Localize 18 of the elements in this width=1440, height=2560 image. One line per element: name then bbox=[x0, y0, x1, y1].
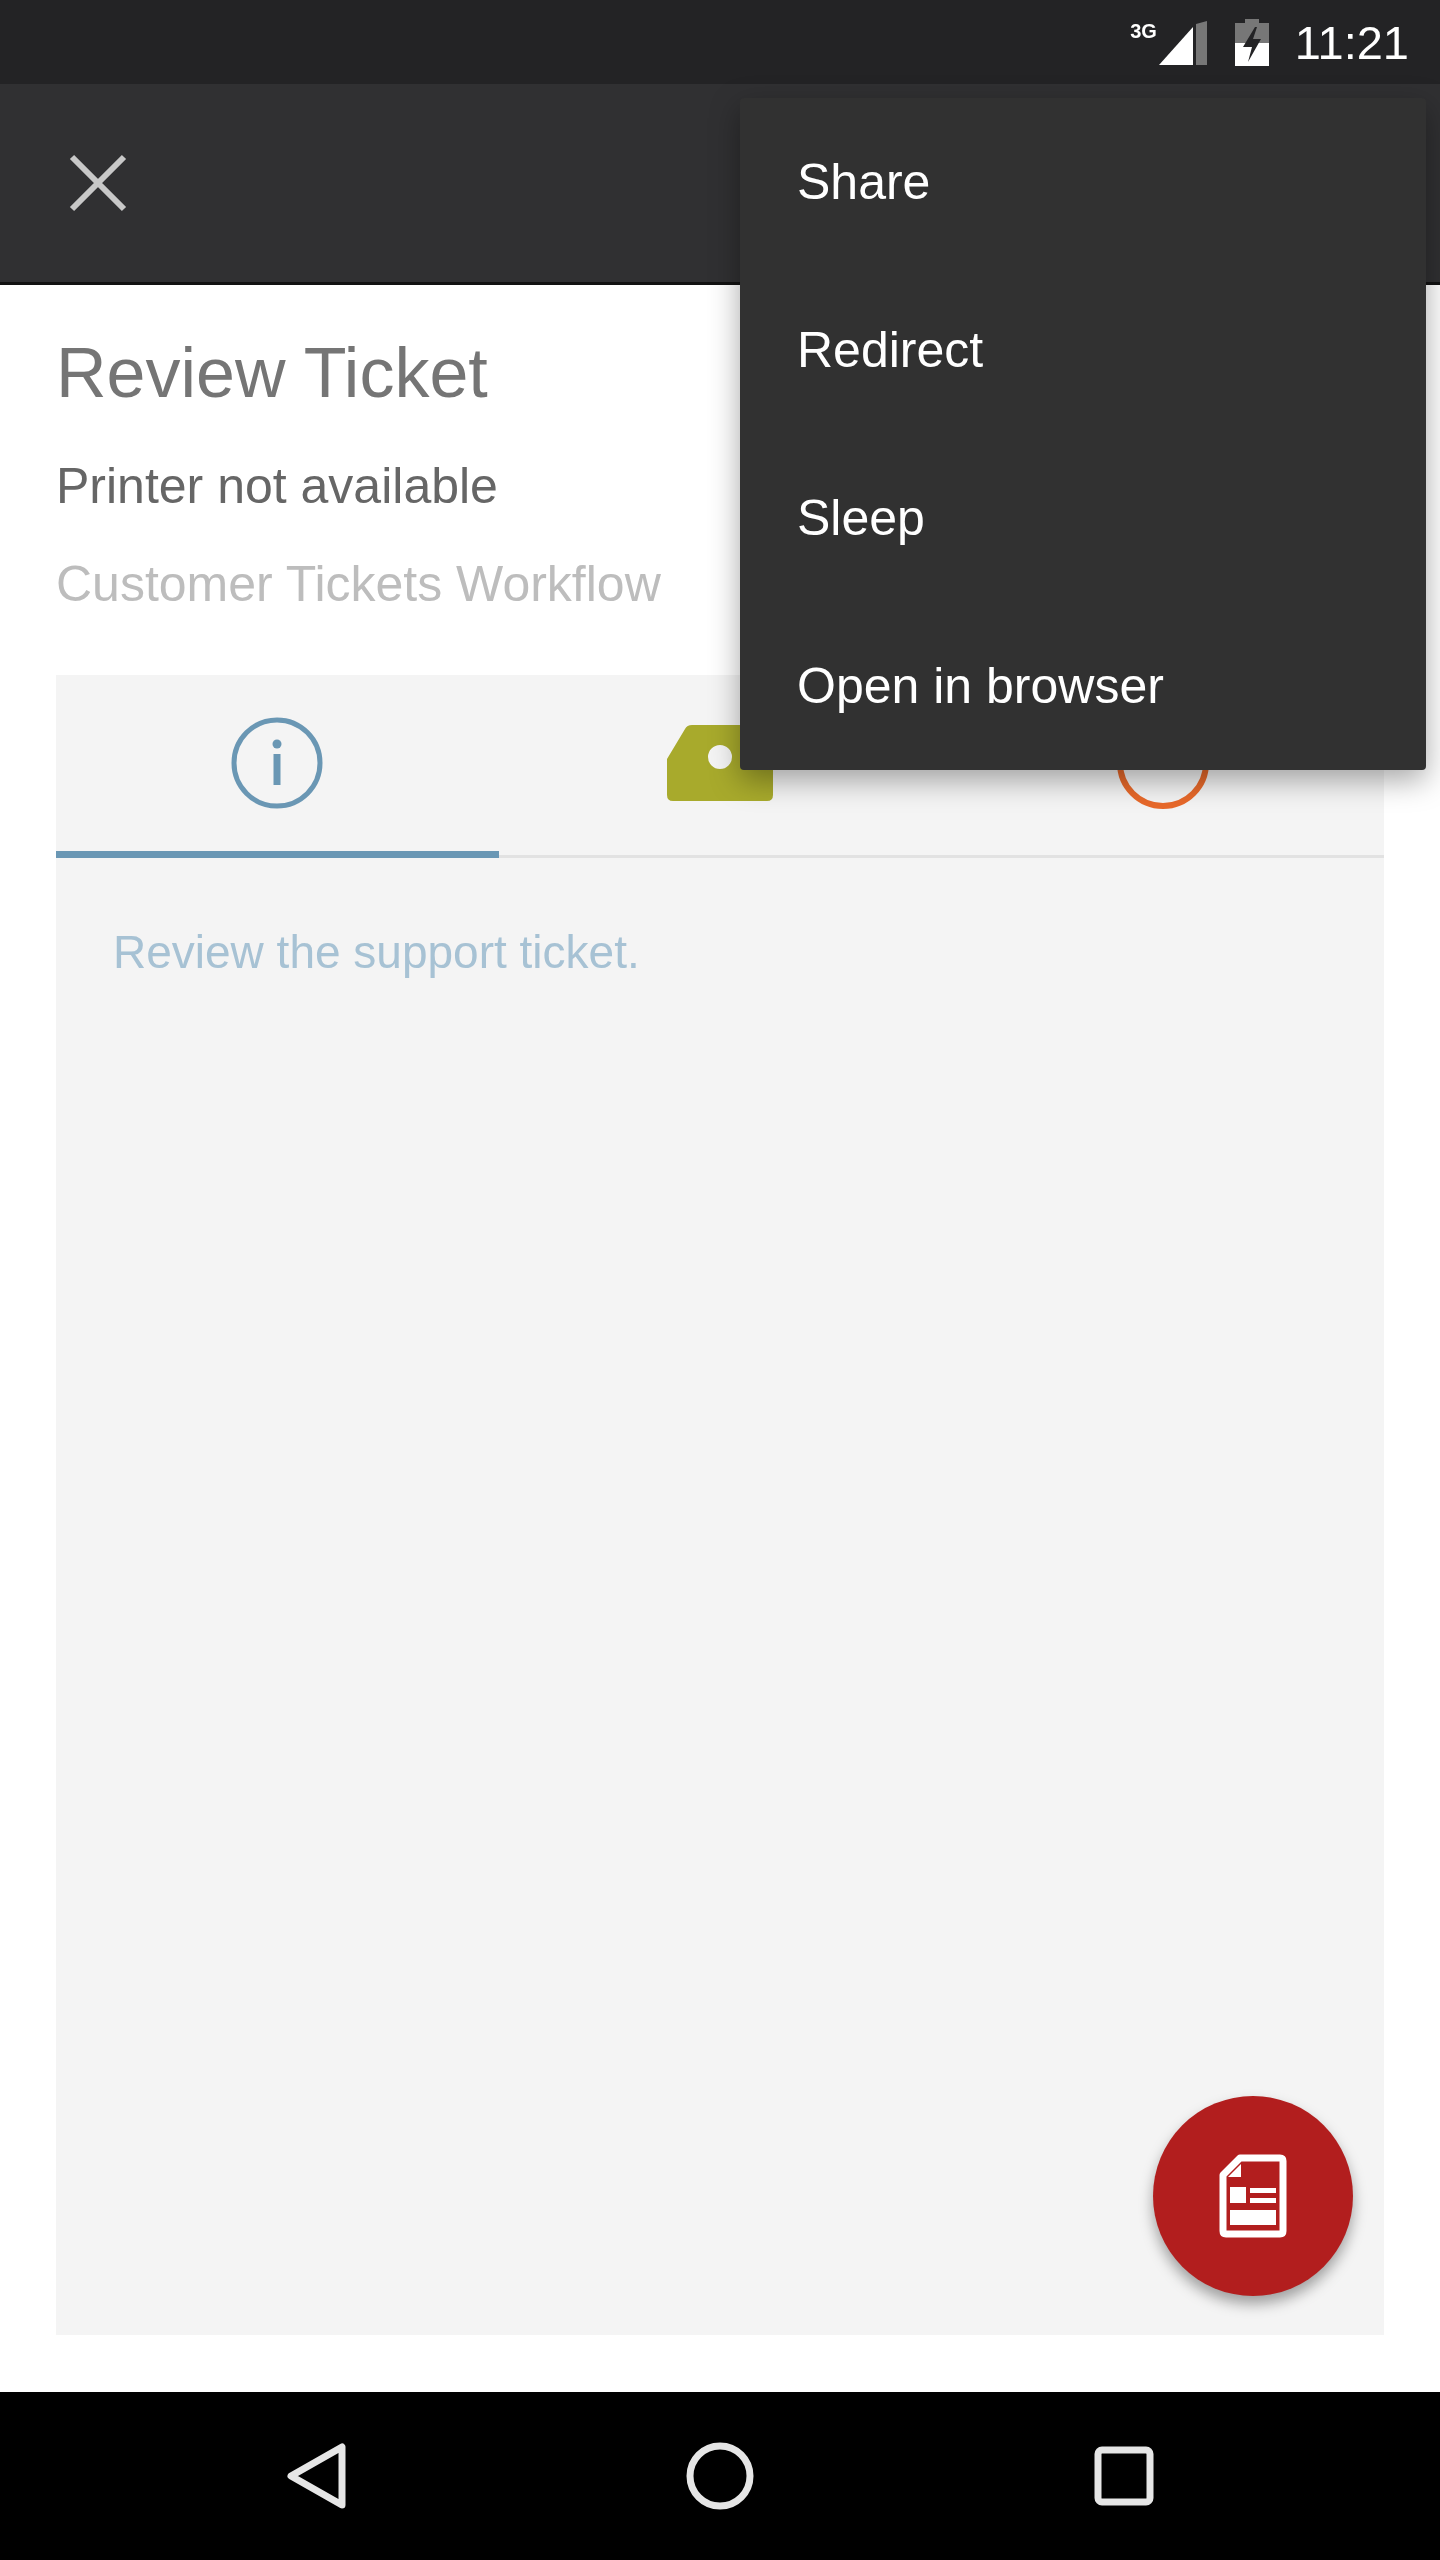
signal-icon bbox=[1158, 21, 1207, 65]
home-icon bbox=[686, 2442, 754, 2510]
status-time: 11:21 bbox=[1294, 18, 1409, 66]
close-icon bbox=[68, 153, 128, 213]
battery-icon bbox=[1234, 18, 1269, 66]
ticket-subtitle: Printer not available bbox=[56, 457, 498, 516]
recents-icon bbox=[1094, 2446, 1154, 2506]
menu-item[interactable]: Sleep bbox=[740, 434, 1426, 602]
back-icon bbox=[286, 2442, 346, 2510]
info-icon bbox=[231, 717, 324, 809]
menu-item[interactable]: Open in browser bbox=[740, 602, 1426, 770]
workflow-name: Customer Tickets Workflow bbox=[56, 555, 661, 614]
tab-description: Review the support ticket. bbox=[113, 925, 640, 980]
document-icon bbox=[1219, 2154, 1287, 2238]
menu-item[interactable]: Share bbox=[740, 98, 1426, 266]
menu-item[interactable]: Redirect bbox=[740, 266, 1426, 434]
network-label: 3G bbox=[1130, 21, 1157, 41]
ticket-title: Review Ticket bbox=[56, 333, 488, 413]
